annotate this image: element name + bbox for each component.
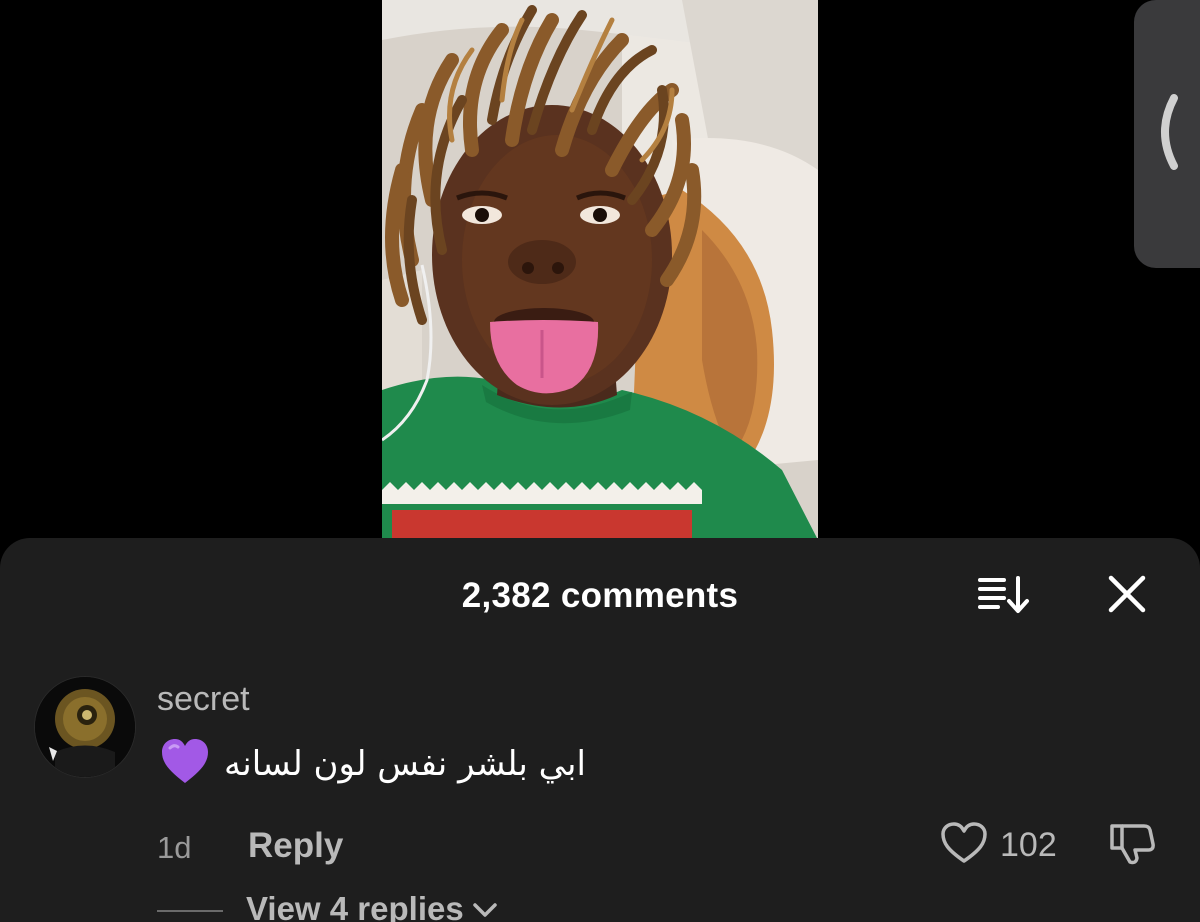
comment-body: ابي بلشر نفس لون لسانه — [224, 744, 586, 784]
purple-heart-emoji-icon — [160, 738, 210, 791]
comment-timestamp: 1d — [157, 830, 192, 865]
view-replies-row: View 4 replies — [0, 890, 1200, 922]
comments-header: 2,382 comments — [0, 572, 1200, 620]
comment-text-row: ابي بلشر نفس لون لسانه — [160, 738, 586, 790]
close-icon — [1108, 575, 1146, 618]
chevron-down-icon — [472, 890, 498, 922]
dislike-button[interactable] — [1106, 820, 1160, 870]
like-button[interactable]: 102 — [940, 820, 1057, 870]
comment-actions: 1d Reply 102 — [0, 820, 1200, 870]
like-count: 102 — [1000, 825, 1057, 864]
video-player[interactable] — [382, 0, 818, 540]
sort-icon — [978, 574, 1030, 619]
replies-divider — [157, 910, 223, 912]
view-replies-label: View 4 replies — [246, 890, 464, 922]
app-screen: 2,382 comments secret ابي بلشر نفس لون ل… — [0, 0, 1200, 922]
reply-button[interactable]: Reply — [248, 826, 343, 866]
video-frame-image — [382, 0, 818, 540]
heart-outline-icon — [940, 821, 988, 870]
avatar[interactable] — [34, 676, 136, 778]
comments-sheet: 2,382 comments secret ابي بلشر نفس لون ل… — [0, 538, 1200, 922]
close-button[interactable] — [1102, 572, 1152, 620]
view-replies-button[interactable]: View 4 replies — [246, 890, 498, 922]
thumbs-down-icon — [1108, 820, 1158, 871]
sort-button[interactable] — [976, 572, 1032, 620]
comment-username[interactable]: secret — [157, 680, 250, 719]
side-panel-tab[interactable] — [1134, 0, 1200, 268]
chevron-left-icon — [1150, 92, 1180, 177]
